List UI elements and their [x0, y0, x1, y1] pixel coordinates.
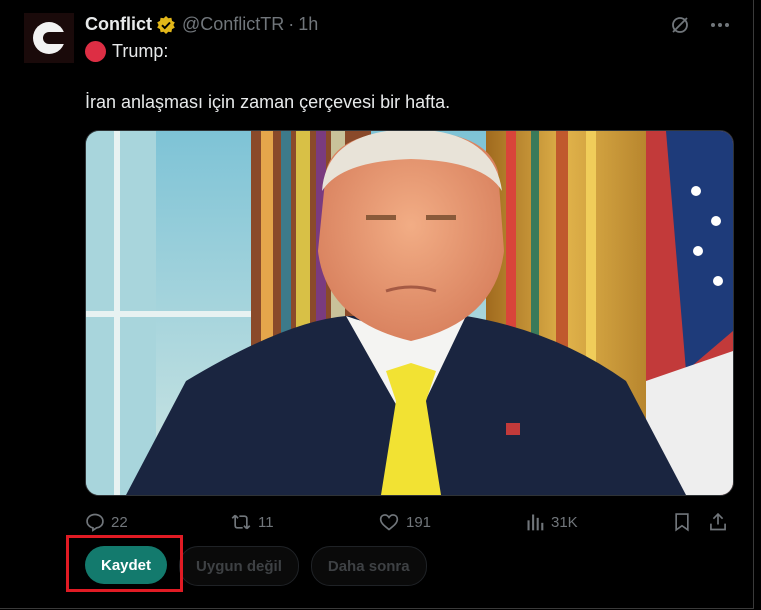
tweet-text: İran anlaşması için zaman çerçevesi bir …	[85, 92, 451, 112]
like-count: 191	[406, 513, 432, 531]
repost-count: 11	[258, 513, 274, 531]
bookmark-icon	[675, 513, 689, 532]
reply-icon	[86, 513, 104, 532]
like-icon	[379, 514, 399, 531]
conflict-logo	[33, 22, 67, 54]
red-circle-emoji-icon	[85, 41, 106, 62]
tweet-speaker-line: Trump:	[85, 41, 168, 62]
like-button[interactable]: 191	[378, 512, 431, 532]
verified-badge-icon	[156, 15, 176, 35]
not-relevant-button[interactable]: Uygun değil	[179, 546, 299, 586]
later-button[interactable]: Daha sonra	[310, 546, 427, 586]
views-icon	[527, 514, 544, 531]
repost-icon	[231, 514, 251, 530]
tweet-photo[interactable]	[85, 130, 734, 496]
views-count: 31K	[551, 513, 578, 531]
reply-button[interactable]: 22	[85, 512, 128, 532]
reply-count: 22	[111, 513, 128, 531]
tweet-header: Conflict @ConflictTR · 1h	[85, 14, 318, 35]
timestamp[interactable]: 1h	[298, 14, 318, 35]
tweet-actions-bar: 22 11 191 31K	[85, 512, 733, 534]
views-button[interactable]: 31K	[525, 512, 578, 532]
grok-icon[interactable]	[669, 14, 691, 36]
more-icon[interactable]	[709, 14, 731, 36]
repost-button[interactable]: 11	[230, 512, 274, 532]
share-button[interactable]	[708, 512, 734, 532]
share-icon	[710, 512, 726, 531]
tweet-top-actions	[669, 14, 731, 36]
highlight-box	[66, 535, 183, 592]
separator: ·	[288, 14, 295, 34]
author-handle[interactable]: @ConflictTR	[182, 14, 284, 35]
bookmark-button[interactable]	[672, 512, 698, 532]
author-name[interactable]: Conflict	[85, 14, 152, 35]
speaker-label: Trump:	[112, 41, 169, 61]
avatar[interactable]	[24, 13, 74, 63]
